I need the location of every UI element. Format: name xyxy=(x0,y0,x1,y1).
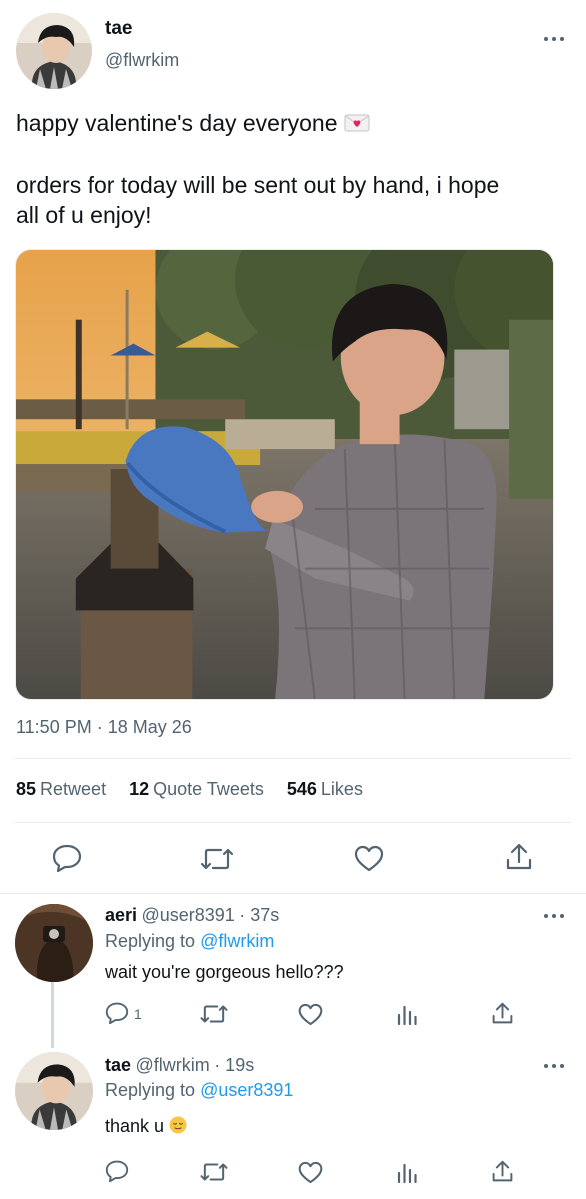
retweets-count: 85 xyxy=(16,779,37,799)
reply-count: 1 xyxy=(134,1006,142,1022)
replying-to-link[interactable]: @user8391 xyxy=(200,1080,293,1100)
thread-line xyxy=(51,982,54,1048)
quotes-stat[interactable]: 12 Quote Tweets xyxy=(129,779,264,799)
divider xyxy=(15,758,571,759)
reply-text: wait you're gorgeous hello??? xyxy=(105,962,344,982)
reply-header: aeri @user8391 · 37s xyxy=(105,905,279,926)
replying-prefix: Replying to xyxy=(105,1080,196,1100)
reply-time[interactable]: · 19s xyxy=(214,1055,254,1075)
retweet-icon[interactable] xyxy=(199,846,235,872)
replying-to-link[interactable]: @flwrkim xyxy=(200,931,274,951)
more-options-icon[interactable] xyxy=(544,1060,568,1072)
replying-to: Replying to @flwrkim xyxy=(105,931,274,952)
tweet-text: happy valentine's day everyone orders fo… xyxy=(16,108,576,230)
likes-count: 546 xyxy=(286,779,317,799)
tweet-timestamp[interactable]: 11:50 PM · 18 May 26 xyxy=(16,717,192,738)
more-options-icon[interactable] xyxy=(544,33,568,45)
tweet-photo[interactable] xyxy=(15,249,554,700)
share-icon[interactable] xyxy=(492,1002,513,1025)
retweet-icon[interactable] xyxy=(199,1161,229,1183)
author-name[interactable]: tae xyxy=(105,18,132,40)
reply-icon[interactable] xyxy=(105,1002,129,1024)
tweet-text-line-2: orders for today will be sent out by han… xyxy=(16,172,500,198)
author-avatar[interactable] xyxy=(16,13,92,89)
like-icon[interactable] xyxy=(354,845,384,872)
author-handle[interactable]: @flwrkim xyxy=(105,50,179,71)
reply-author-handle[interactable]: @user8391 xyxy=(141,905,234,925)
replying-to: Replying to @user8391 xyxy=(105,1080,293,1101)
reply-header: tae @flwrkim · 19s xyxy=(105,1055,254,1076)
reply-avatar[interactable] xyxy=(15,904,93,982)
reply-text: thank u xyxy=(105,1116,187,1139)
share-icon[interactable] xyxy=(506,843,532,871)
analytics-icon[interactable] xyxy=(396,1162,418,1184)
analytics-icon[interactable] xyxy=(396,1004,418,1026)
reply-text-content: thank u xyxy=(105,1116,165,1136)
likes-label: Likes xyxy=(320,779,363,799)
reply-icon[interactable] xyxy=(52,844,82,872)
like-icon[interactable] xyxy=(298,1161,323,1184)
more-options-icon[interactable] xyxy=(544,910,568,922)
reply-avatar[interactable] xyxy=(15,1052,93,1130)
reply-time[interactable]: · 37s xyxy=(239,905,279,925)
reply-author-handle[interactable]: @flwrkim xyxy=(135,1055,209,1075)
tweet-stats: 85 Retweet 12 Quote Tweets 546 Likes xyxy=(16,779,381,800)
divider xyxy=(15,822,571,823)
retweets-label: Retweet xyxy=(40,779,107,799)
likes-stat[interactable]: 546 Likes xyxy=(287,779,363,799)
like-icon[interactable] xyxy=(298,1003,323,1026)
retweet-icon[interactable] xyxy=(199,1003,229,1025)
replying-prefix: Replying to xyxy=(105,931,196,951)
reply-author-name[interactable]: aeri xyxy=(105,905,137,925)
tweet-text-line-3: all of u enjoy! xyxy=(16,202,152,228)
share-icon[interactable] xyxy=(492,1160,513,1183)
reply-icon[interactable] xyxy=(105,1160,129,1182)
quotes-count: 12 xyxy=(129,779,150,799)
divider xyxy=(0,893,586,894)
love-letter-icon xyxy=(344,110,370,140)
retweets-stat[interactable]: 85 Retweet xyxy=(16,779,106,799)
reply-author-name[interactable]: tae xyxy=(105,1055,131,1075)
relieved-face-icon xyxy=(169,1116,187,1139)
tweet-text-line-1: happy valentine's day everyone xyxy=(16,110,338,136)
quotes-label: Quote Tweets xyxy=(153,779,264,799)
